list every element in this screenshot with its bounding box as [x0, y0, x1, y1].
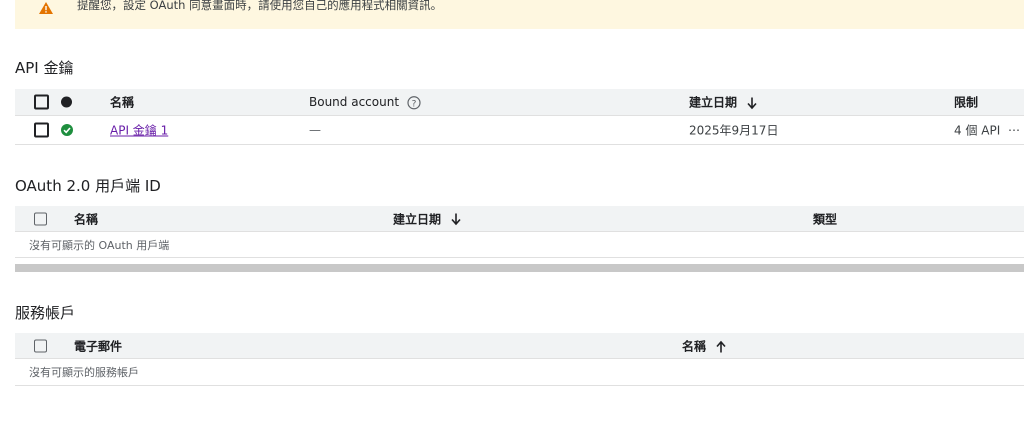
arrow-down-icon — [451, 213, 461, 226]
empty-state-text: 沒有可顯示的服務帳戶 — [29, 366, 139, 379]
api-keys-title: API 金鑰 — [15, 59, 74, 77]
empty-state-text: 沒有可顯示的 OAuth 用戶端 — [29, 238, 170, 252]
name-column-header[interactable]: 名稱 — [682, 337, 726, 354]
empty-state-row: 沒有可顯示的服務帳戶 — [15, 359, 1024, 386]
created-date-value: 2025年9月17日 — [689, 123, 779, 138]
warning-icon — [39, 2, 53, 14]
created-date-label: 建立日期 — [393, 212, 442, 226]
help-circle-icon[interactable]: ? — [407, 95, 421, 109]
api-key-link[interactable]: API 金鑰 1 — [110, 122, 168, 139]
created-date-column-header[interactable]: 建立日期 — [689, 94, 757, 111]
service-accounts-table-header: 電子郵件 名稱 — [15, 333, 1024, 359]
api-keys-table-header: 名稱 Bound account ? 建立日期 限制 — [15, 89, 1024, 116]
type-column-header[interactable]: 類型 — [813, 210, 837, 227]
oauth-title: OAuth 2.0 用戶端 ID — [15, 177, 161, 195]
created-date-column-header[interactable]: 建立日期 — [393, 210, 461, 227]
limit-value: 4 個 API — [954, 123, 1001, 138]
select-all-checkbox[interactable] — [34, 339, 47, 352]
row-checkbox[interactable] — [34, 122, 49, 138]
select-all-checkbox[interactable] — [34, 212, 47, 225]
table-row: API 金鑰 1 — 2025年9月17日 4 個 API ⋯ — [15, 116, 1024, 145]
bound-account-value: — — [309, 123, 321, 137]
service-accounts-title: 服務帳戶 — [15, 304, 76, 322]
arrow-down-icon — [747, 97, 757, 109]
bound-account-column-header: Bound account ? — [309, 95, 421, 110]
check-circle-icon — [61, 124, 73, 136]
empty-state-row: 沒有可顯示的 OAuth 用戶端 — [15, 232, 1024, 258]
horizontal-scrollbar[interactable] — [15, 264, 1024, 272]
status-column-icon — [61, 96, 72, 108]
arrow-up-icon — [716, 340, 726, 353]
oauth-table-header: 名稱 建立日期 類型 — [15, 206, 1024, 232]
name-column-header[interactable]: 名稱 — [74, 210, 98, 227]
banner-text: 提醒您，設定 OAuth 同意畫面時，請使用您自己的應用程式相關資訊。 — [77, 0, 443, 12]
warning-banner: 提醒您，設定 OAuth 同意畫面時，請使用您自己的應用程式相關資訊。 — [15, 0, 1024, 29]
limit-column-header: 限制 — [954, 95, 979, 110]
bound-account-label: Bound account — [309, 94, 400, 109]
name-label: 名稱 — [682, 339, 707, 353]
svg-text:?: ? — [411, 99, 416, 109]
name-column-header[interactable]: 名稱 — [110, 94, 134, 111]
email-column-header[interactable]: 電子郵件 — [74, 337, 122, 354]
more-actions-button[interactable]: ⋯ — [1008, 123, 1020, 137]
select-all-checkbox[interactable] — [34, 94, 49, 110]
created-date-label: 建立日期 — [689, 95, 738, 110]
